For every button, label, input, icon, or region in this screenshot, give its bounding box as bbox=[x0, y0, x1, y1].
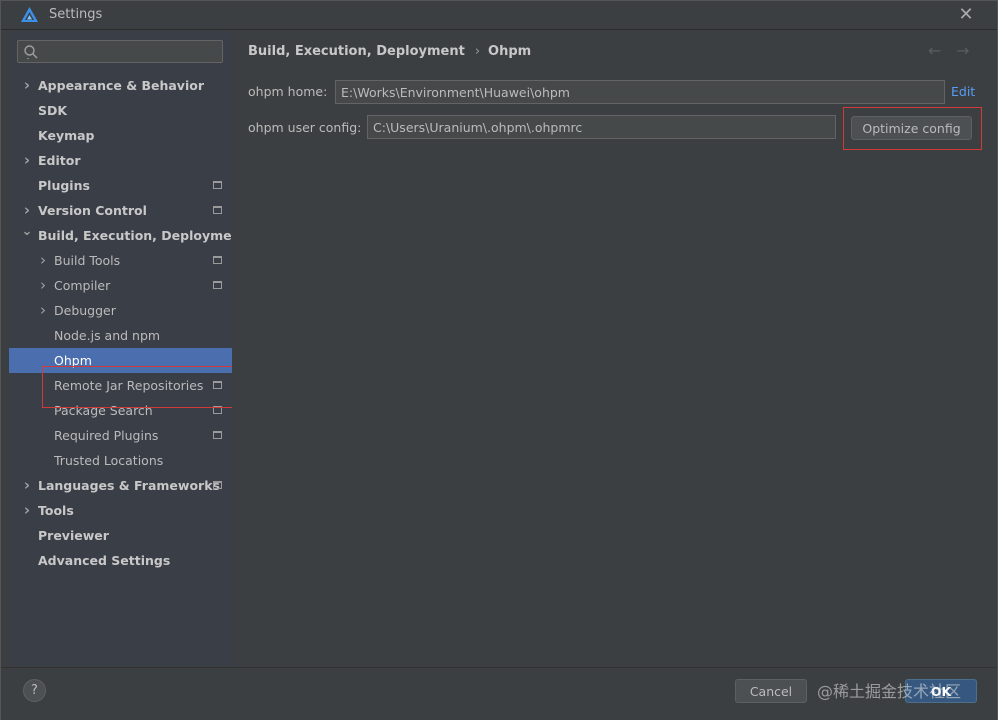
watermark-text: @稀土掘金技术社区 bbox=[817, 682, 962, 701]
sidebar-item-label: SDK bbox=[38, 103, 68, 118]
project-scope-icon bbox=[213, 206, 222, 214]
settings-dialog: Settings ✕ › Appearance & Behavior SDK Keym… bbox=[0, 0, 998, 720]
project-scope-icon bbox=[213, 481, 222, 489]
close-icon[interactable]: ✕ bbox=[956, 5, 976, 25]
sidebar-item-label: Editor bbox=[38, 153, 81, 168]
sidebar-item-trusted-locations[interactable]: Trusted Locations bbox=[9, 448, 232, 473]
chevron-right-icon[interactable]: › bbox=[21, 148, 33, 173]
sidebar-item-label: Build Tools bbox=[54, 253, 121, 268]
sidebar-item-label: Plugins bbox=[38, 178, 90, 193]
chevron-right-icon[interactable]: › bbox=[21, 473, 33, 498]
breadcrumb-separator: › bbox=[474, 44, 481, 59]
sidebar-item-label: Version Control bbox=[38, 203, 147, 218]
sidebar-item-label: Trusted Locations bbox=[54, 453, 164, 468]
back-arrow-icon[interactable]: ← bbox=[928, 41, 941, 60]
ohpm-home-label: ohpm home: bbox=[248, 84, 328, 99]
project-scope-icon bbox=[213, 256, 222, 264]
sidebar-item-editor[interactable]: › Editor bbox=[9, 148, 232, 173]
sidebar-item-plugins[interactable]: Plugins bbox=[9, 173, 232, 198]
sidebar-item-label: Languages & Frameworks bbox=[38, 478, 220, 493]
sidebar-item-advanced-settings[interactable]: Advanced Settings bbox=[9, 548, 232, 573]
optimize-highlight-box bbox=[843, 107, 982, 150]
sidebar-item-label: Appearance & Behavior bbox=[38, 78, 204, 93]
window-title: Settings bbox=[49, 7, 103, 22]
sidebar-item-languages-frameworks[interactable]: › Languages & Frameworks bbox=[9, 473, 232, 498]
search-input[interactable] bbox=[42, 42, 218, 61]
breadcrumb-parent[interactable]: Build, Execution, Deployment bbox=[248, 44, 465, 59]
sidebar-item-label: Advanced Settings bbox=[38, 553, 171, 568]
search-icon bbox=[24, 45, 38, 60]
sidebar-item-sdk[interactable]: SDK bbox=[9, 98, 232, 123]
sidebar-item-label: Tools bbox=[38, 503, 74, 518]
sidebar-item-keymap[interactable]: Keymap bbox=[9, 123, 232, 148]
chevron-right-icon[interactable]: › bbox=[21, 498, 33, 523]
sidebar-item-compiler[interactable]: › Compiler bbox=[9, 273, 232, 298]
sidebar-item-label: Required Plugins bbox=[54, 428, 159, 443]
sidebar-item-node-js-and-npm[interactable]: Node.js and npm bbox=[9, 323, 232, 348]
chevron-right-icon[interactable]: › bbox=[37, 298, 49, 323]
sidebar-item-build-execution-deployment[interactable]: ⌄ Build, Execution, Deployment bbox=[9, 223, 247, 248]
sidebar-item-required-plugins[interactable]: Required Plugins bbox=[9, 423, 232, 448]
sidebar-item-appearance-behavior[interactable]: › Appearance & Behavior bbox=[9, 73, 232, 98]
ohpm-user-config-label: ohpm user config: bbox=[248, 120, 362, 135]
sidebar-item-label: Node.js and npm bbox=[54, 328, 161, 343]
search-box[interactable] bbox=[17, 40, 223, 63]
chevron-right-icon[interactable]: › bbox=[21, 73, 33, 98]
sidebar-item-debugger[interactable]: › Debugger bbox=[9, 298, 232, 323]
sidebar-item-label: Compiler bbox=[54, 278, 111, 293]
ohpm-highlight-box bbox=[42, 366, 247, 408]
title-bar: Settings ✕ bbox=[1, 1, 997, 30]
project-scope-icon bbox=[213, 281, 222, 289]
ohpm-home-field[interactable] bbox=[335, 80, 945, 104]
sidebar-item-tools[interactable]: › Tools bbox=[9, 498, 232, 523]
settings-sidebar: › Appearance & Behavior SDK Keymap › Editor Pl… bbox=[9, 31, 247, 666]
chevron-down-icon[interactable]: ⌄ bbox=[21, 219, 33, 244]
sidebar-item-label: Build, Execution, Deployment bbox=[38, 228, 247, 243]
help-button[interactable]: ? bbox=[23, 679, 46, 702]
sidebar-item-label: Previewer bbox=[38, 528, 109, 543]
project-scope-icon bbox=[213, 181, 222, 189]
project-scope-icon bbox=[213, 431, 222, 439]
breadcrumb-current: Ohpm bbox=[488, 44, 532, 59]
sidebar-item-build-tools[interactable]: › Build Tools bbox=[9, 248, 232, 273]
ohpm-user-config-field[interactable] bbox=[367, 115, 836, 139]
sidebar-item-label: Debugger bbox=[54, 303, 116, 318]
sidebar-item-previewer[interactable]: Previewer bbox=[9, 523, 232, 548]
chevron-right-icon[interactable]: › bbox=[37, 273, 49, 298]
breadcrumb: Build, Execution, Deployment › Ohpm bbox=[248, 44, 531, 59]
sidebar-item-version-control[interactable]: › Version Control bbox=[9, 198, 232, 223]
ohpm-settings-panel: Build, Execution, Deployment › Ohpm ← → oh… bbox=[232, 31, 997, 666]
deveco-logo-icon bbox=[21, 7, 38, 22]
sidebar-item-label: Keymap bbox=[38, 128, 95, 143]
edit-link[interactable]: Edit bbox=[951, 84, 975, 99]
forward-arrow-icon[interactable]: → bbox=[956, 41, 969, 60]
dialog-footer: ? Cancel OK @稀土掘金技术社区 bbox=[1, 667, 997, 720]
cancel-button[interactable]: Cancel bbox=[735, 679, 807, 703]
chevron-right-icon[interactable]: › bbox=[37, 248, 49, 273]
